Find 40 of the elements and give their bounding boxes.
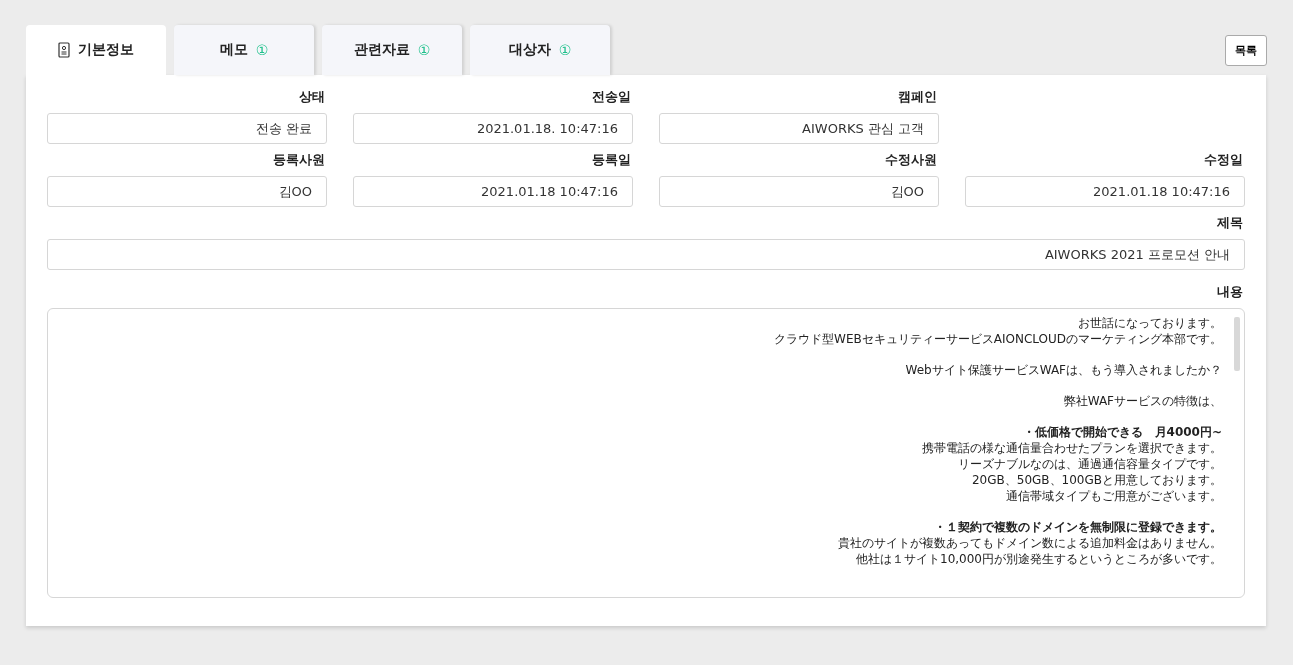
content-line: 他社は１サイト10,000円が別途発生するというところが多いです。 <box>856 551 1222 567</box>
field-label: 내용 <box>1217 284 1243 300</box>
field-label: 전송일 <box>592 89 631 105</box>
input-field[interactable]: 2021.01.18. 10:47:16 <box>353 113 633 144</box>
tab[interactable]: 기본정보 <box>26 25 166 75</box>
content-line: 貴社のサイトが複数あってもドメイン数による追加料金はありません。 <box>838 535 1222 551</box>
field-label: 등록일 <box>592 152 631 168</box>
content-textarea[interactable] <box>47 308 1245 598</box>
scrollbar-thumb[interactable] <box>1234 317 1240 371</box>
count-label: ① <box>255 42 269 58</box>
tab[interactable]: 관련자료 ① <box>322 25 462 75</box>
content-line: Webサイト保護サービスWAFは、もう導入されましたか？ <box>905 362 1222 378</box>
field-label: 제목 <box>1217 215 1243 231</box>
input-field[interactable]: AIWORKS 관심 고객 <box>659 113 939 144</box>
count-label: ① <box>558 42 572 58</box>
input-field[interactable]: 김OO <box>659 176 939 207</box>
field-label: 상태 <box>299 89 325 105</box>
input-field[interactable]: 2021.01.18 10:47:16 <box>353 176 633 207</box>
input-field[interactable]: 2021.01.18 10:47:16 <box>965 176 1245 207</box>
input-field[interactable]: AIWORKS 2021 프로모션 안내 <box>47 239 1245 270</box>
id-card-icon <box>58 42 70 58</box>
count-label: ① <box>417 42 431 58</box>
input-field[interactable]: 전송 완료 <box>47 113 327 144</box>
tab[interactable]: 메모 ① <box>174 25 314 75</box>
content-line: お世話になっております。 <box>1078 315 1222 331</box>
input-field[interactable]: 김OO <box>47 176 327 207</box>
content-line: 弊社WAFサービスの特徴は、 <box>1063 393 1222 409</box>
list-button[interactable]: 목록 <box>1225 35 1267 66</box>
content-heading: ・低価格で開始できる 月4000円~ <box>1022 424 1222 440</box>
content-line: 携帯電話の様な通信量合わせたプランを選択できます。 <box>922 440 1222 456</box>
field-label: 등록사원 <box>273 152 325 168</box>
content-line: クラウド型WEBセキュリティーサービスAIONCLOUDのマーケティング本部です。 <box>774 331 1222 347</box>
field-label: 수정일 <box>1204 152 1243 168</box>
field-label: 수정사원 <box>885 152 937 168</box>
content-line: 通信帯域タイプもご用意がございます。 <box>1006 488 1222 504</box>
tab[interactable]: 대상자 ① <box>470 25 610 75</box>
content-heading: ・１契約で複数のドメインを無制限に登録できます。 <box>934 519 1222 535</box>
content-line: 20GB、50GB、100GBと用意しております。 <box>971 472 1222 488</box>
content-line: リーズナブルなのは、通過通信容量タイプです。 <box>958 456 1222 472</box>
field-label: 캠페인 <box>898 89 937 105</box>
